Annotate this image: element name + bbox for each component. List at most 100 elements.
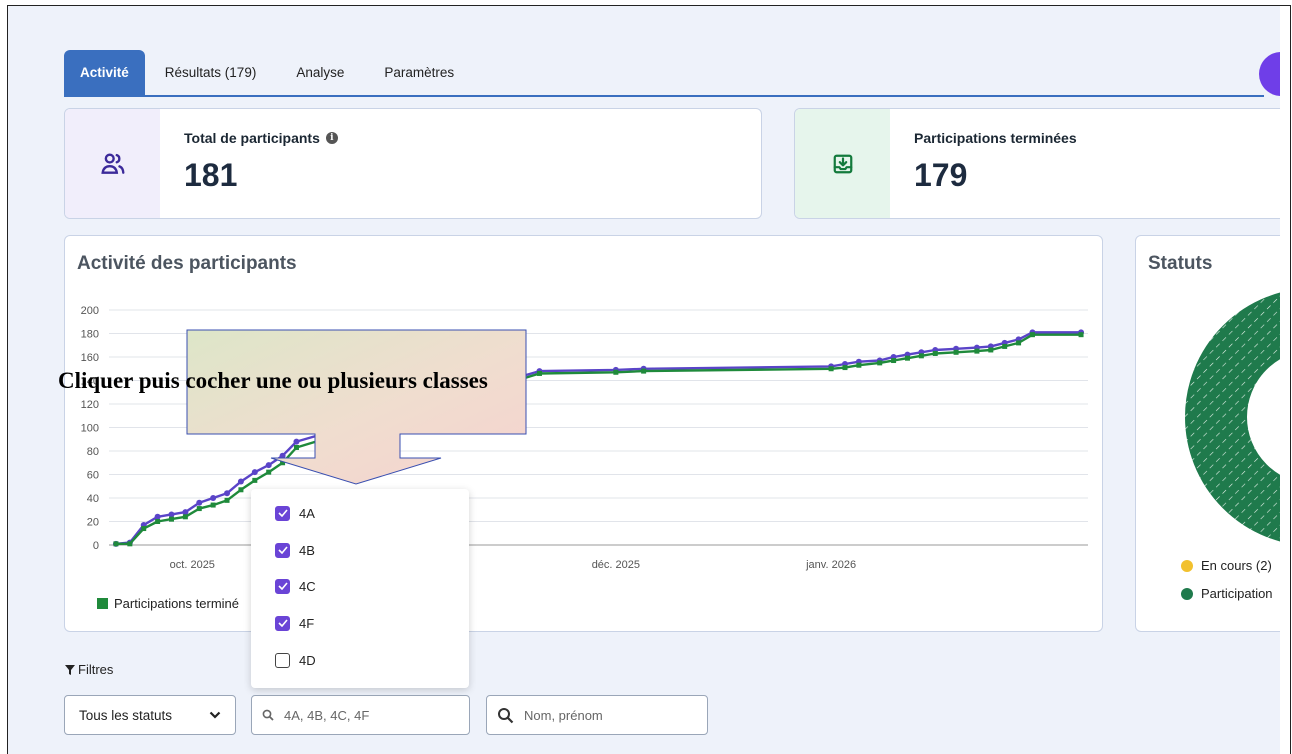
class-option-4b[interactable]: 4B — [275, 540, 315, 560]
series-point — [536, 370, 542, 376]
series-point — [127, 541, 133, 547]
series-point — [265, 462, 272, 469]
class-dropdown: 4A 4B 4C 4F 4D 4E — [251, 489, 469, 688]
series-point — [293, 444, 299, 450]
info-icon[interactable]: i — [325, 132, 338, 144]
yellow-dot-icon — [1181, 559, 1193, 572]
statut-legend-en-cours: En cours (2) — [1181, 558, 1272, 573]
series-point — [238, 487, 244, 493]
class-option-label: 4E — [299, 688, 315, 689]
series-point — [293, 438, 300, 445]
total-participants-card: Total de participants i 181 — [64, 108, 762, 219]
search-icon — [262, 709, 274, 721]
tab-activite[interactable]: Activité — [64, 50, 145, 95]
series-point — [155, 519, 161, 524]
series-point — [1016, 340, 1022, 346]
series-point — [974, 348, 980, 354]
series-point — [613, 369, 619, 375]
activity-chart-card: Activité des participants 200 180 160 140 12… — [64, 235, 1103, 632]
class-option-4d[interactable]: 4D — [275, 650, 316, 670]
name-search-input[interactable]: Nom, prénom — [486, 695, 708, 735]
series-point — [168, 516, 174, 522]
legend-label: Participations terminé — [114, 596, 239, 611]
statut-legend-label: Participation — [1201, 586, 1273, 601]
series-point — [891, 358, 897, 364]
series-point — [828, 366, 834, 372]
series-point — [1002, 343, 1008, 349]
class-option-4c[interactable]: 4C — [275, 576, 316, 596]
filter-icon — [65, 664, 75, 675]
series-point — [113, 541, 119, 547]
participations-terminees-label: Participations terminées — [914, 130, 1077, 146]
activity-chart: 200180160140120100806040200oct. 20252025… — [81, 305, 1088, 571]
series-point — [641, 368, 647, 374]
total-participants-text: Total de participants — [184, 130, 320, 146]
class-option-4f[interactable]: 4F — [275, 613, 314, 633]
series-point — [280, 460, 286, 466]
users-icon — [65, 109, 160, 218]
y-tick-label: 200 — [81, 305, 99, 317]
series-point — [1078, 332, 1084, 338]
series-point — [210, 495, 217, 501]
class-filter-value: 4A, 4B, 4C, 4F — [284, 707, 370, 723]
series-point — [182, 514, 188, 520]
tab-bar: Activité Résultats (179) Analyse Paramèt… — [64, 50, 1264, 97]
series-point — [842, 365, 848, 371]
participations-terminees-value: 179 — [914, 157, 968, 193]
status-select[interactable]: Tous les statuts — [64, 695, 236, 735]
tab-analyse[interactable]: Analyse — [276, 50, 364, 95]
filters-label: Filtres — [65, 662, 113, 677]
x-tick-label: janv. 2026 — [805, 559, 856, 571]
statuts-card: Statuts En cours (2) Participation — [1135, 235, 1280, 632]
x-tick-label: oct. 2025 — [170, 559, 215, 571]
series-point — [918, 353, 924, 359]
series-point — [252, 477, 258, 483]
total-participants-value: 181 — [184, 157, 238, 193]
class-option-4a[interactable]: 4A — [275, 503, 315, 523]
checkbox-checked-icon[interactable] — [275, 505, 290, 521]
checkbox-checked-icon[interactable] — [275, 542, 290, 558]
series-point — [168, 511, 175, 518]
donut-ring — [1185, 292, 1280, 542]
checkbox-unchecked-icon[interactable] — [275, 652, 290, 668]
class-filter-input[interactable]: 4A, 4B, 4C, 4F — [251, 695, 470, 735]
checkbox-checked-icon[interactable] — [275, 578, 290, 594]
checkbox-unchecked-icon[interactable] — [275, 687, 290, 688]
checkbox-checked-icon[interactable] — [275, 615, 290, 631]
y-tick-label: 120 — [81, 399, 99, 411]
series-point — [877, 360, 883, 366]
tab-resultats[interactable]: Résultats (179) — [145, 50, 277, 95]
series-point — [953, 349, 959, 355]
filters-text: Filtres — [78, 662, 114, 677]
series-point — [279, 452, 286, 459]
x-tick-label: déc. 2025 — [592, 559, 640, 571]
series-point — [224, 497, 230, 503]
name-search-placeholder: Nom, prénom — [524, 707, 603, 723]
class-option-4e[interactable]: 4E — [275, 685, 315, 688]
series-point — [196, 506, 202, 512]
series-point — [237, 478, 244, 485]
class-option-label: 4B — [299, 542, 315, 558]
class-option-label: 4A — [299, 505, 315, 521]
tab-parametres[interactable]: Paramètres — [364, 50, 474, 95]
series-point — [856, 362, 862, 368]
y-tick-label: 60 — [87, 470, 99, 482]
y-tick-label: 180 — [81, 329, 99, 341]
series-point — [251, 469, 258, 476]
participations-terminees-card: Participations terminées 179 — [794, 108, 1280, 219]
series-point — [1029, 332, 1035, 338]
statut-legend-participation: Participation — [1181, 586, 1273, 601]
series-point — [141, 526, 147, 532]
class-option-label: 4C — [299, 578, 316, 594]
y-tick-label: 0 — [93, 540, 99, 552]
series-point — [154, 513, 161, 520]
callout-text: Cliquer puis cocher une ou plusieurs cla… — [58, 368, 488, 393]
series-point — [266, 469, 272, 475]
y-tick-label: 40 — [87, 493, 99, 505]
series-point — [988, 347, 994, 353]
chart-legend: Participations terminé — [97, 596, 239, 611]
class-option-label: 4D — [299, 652, 316, 668]
y-tick-label: 80 — [87, 446, 99, 458]
inbox-download-icon — [795, 109, 890, 218]
search-icon — [498, 707, 514, 723]
